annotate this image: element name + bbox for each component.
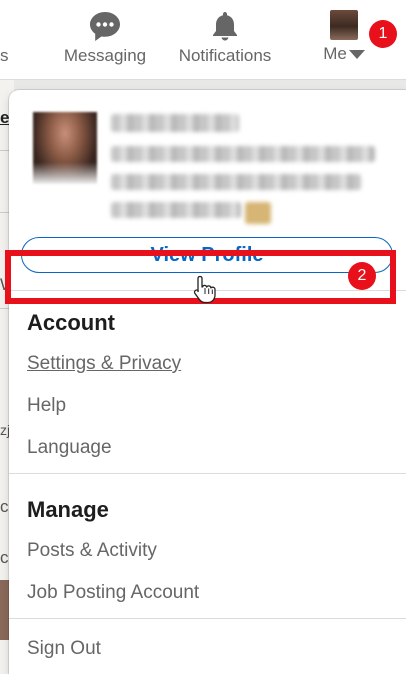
step-badge-2: 2 [348, 262, 376, 290]
hand-pointer-icon [193, 275, 216, 304]
background-fragment: c [0, 548, 9, 567]
language-link[interactable]: Language [27, 437, 112, 459]
nav-item-me[interactable]: Me [314, 10, 374, 72]
settings-privacy-link[interactable]: Settings & Privacy [27, 353, 181, 375]
notifications-label: Notifications [178, 46, 272, 65]
divider [9, 618, 406, 619]
manage-section-title: Manage [27, 497, 109, 522]
me-label-row: Me [323, 44, 365, 64]
background-fragment: c [0, 497, 9, 516]
sign-out-link[interactable]: Sign Out [27, 638, 101, 660]
blurred-headline-line [111, 174, 361, 190]
nav-item-cut-label: s [0, 46, 9, 65]
blurred-headline-line [111, 146, 375, 162]
messaging-icon [90, 12, 120, 41]
me-dropdown-menu: View Profile Account Settings & Privacy … [9, 90, 406, 674]
nav-item-messaging[interactable]: Messaging [58, 10, 152, 72]
caret-down-icon [348, 49, 365, 59]
thumbs-up-icon [245, 202, 271, 224]
profile-avatar [33, 112, 97, 184]
me-label: Me [323, 44, 347, 63]
nav-item-notifications[interactable]: Notifications [170, 10, 280, 72]
blurred-profile-name [111, 114, 239, 132]
divider [9, 473, 406, 474]
step-badge-1: 1 [369, 20, 397, 48]
messaging-label: Messaging [63, 46, 147, 65]
help-link[interactable]: Help [27, 395, 66, 417]
account-section-title: Account [27, 310, 115, 335]
job-posting-account-link[interactable]: Job Posting Account [27, 582, 199, 604]
blurred-headline-line [111, 202, 241, 218]
posts-activity-link[interactable]: Posts & Activity [27, 540, 157, 562]
top-nav: s Messaging Notifications Me 1 [0, 0, 406, 80]
avatar [330, 10, 358, 40]
bell-icon [213, 12, 237, 41]
